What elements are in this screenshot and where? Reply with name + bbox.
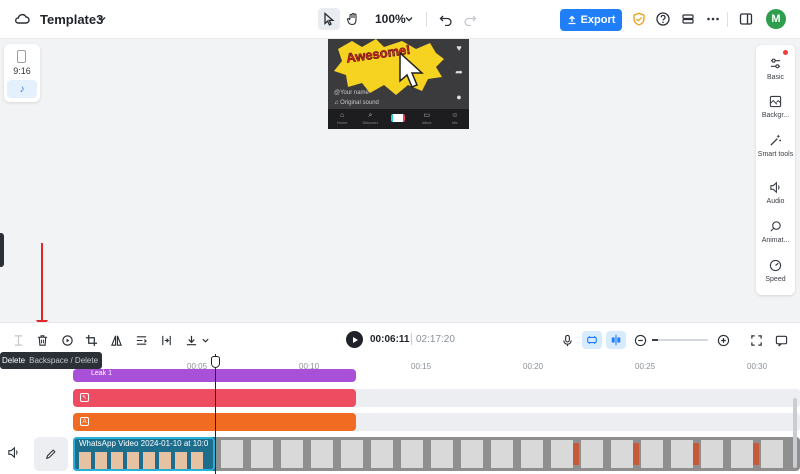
share-icon: ➦ xyxy=(455,67,463,77)
playhead[interactable] xyxy=(215,354,216,474)
panel-audio[interactable]: Audio xyxy=(756,181,795,206)
zoom-out-icon[interactable] xyxy=(632,332,648,348)
aspect-ratio-label[interactable]: 9:16 xyxy=(4,66,40,76)
tiktok-icon[interactable]: ♪ xyxy=(7,80,37,98)
pencil-icon xyxy=(45,449,56,460)
nav-me-icon: ☺ Me xyxy=(451,112,459,125)
top-header: Template3 100% Export M xyxy=(0,0,800,39)
timeline-zoom-fill xyxy=(652,339,658,341)
current-time: 00:06:11 xyxy=(370,334,410,345)
more-options-icon[interactable] xyxy=(703,9,723,29)
magic-wand-icon xyxy=(769,134,783,148)
caption-icon[interactable] xyxy=(773,332,789,348)
zoom-in-icon[interactable] xyxy=(715,332,731,348)
sliders-icon xyxy=(769,57,783,71)
timeline[interactable]: 00:05 00:10 00:15 00:20 00:25 00:30 Leak… xyxy=(0,354,800,474)
linkage-button[interactable] xyxy=(606,331,626,349)
preview-sound: ♫ Original sound xyxy=(334,100,379,106)
play-button[interactable] xyxy=(346,331,363,348)
hand-tool-icon[interactable] xyxy=(343,9,363,29)
export-button[interactable]: Export xyxy=(560,9,622,31)
loop-icon[interactable] xyxy=(59,332,75,348)
delete-icon[interactable] xyxy=(34,332,50,348)
avatar[interactable]: M xyxy=(766,9,786,29)
playhead-handle[interactable] xyxy=(211,356,220,368)
timeline-toolbar: 00:06:11 02:17:20 xyxy=(0,322,800,354)
storage-icon[interactable] xyxy=(678,9,698,29)
align-icon[interactable] xyxy=(158,332,174,348)
divider xyxy=(727,12,728,27)
aspect-ratio-panel: 9:16 ♪ xyxy=(4,44,40,102)
ruler-label: 00:30 xyxy=(747,362,768,371)
download-chevron-icon[interactable] xyxy=(197,332,213,348)
disc-icon: ● xyxy=(456,92,462,102)
left-panel-handle[interactable] xyxy=(0,233,4,267)
microphone-icon[interactable] xyxy=(559,332,575,348)
preview-nav-bar: ⌂ Home ⌕ Discover ▭ Inbox ☺ Me xyxy=(328,109,469,129)
animation-icon xyxy=(769,220,783,234)
divider xyxy=(426,12,427,27)
nav-inbox-icon: ▭ Inbox xyxy=(421,112,432,125)
heart-icon: ♥ xyxy=(456,43,462,53)
crop-icon[interactable] xyxy=(83,332,99,348)
flip-icon[interactable] xyxy=(108,332,124,348)
panel-speed[interactable]: Speed xyxy=(756,259,795,284)
annotation-arrow-line xyxy=(41,243,43,323)
delete-tooltip: Delete Backspace / Delete xyxy=(0,352,102,369)
time-separator xyxy=(411,333,412,345)
clip-label: Leak 1 xyxy=(91,370,113,377)
timeline-zoom-slider[interactable] xyxy=(652,339,708,341)
layout-panel-icon[interactable] xyxy=(736,9,756,29)
preview-side-actions: ♥ ➦ ● xyxy=(453,43,465,102)
ruler-label: 00:25 xyxy=(635,362,656,371)
chevron-down-icon[interactable] xyxy=(92,9,112,29)
ruler-label: 00:15 xyxy=(411,362,432,371)
nav-create-icon xyxy=(390,112,406,126)
sticker-clip-icon: A xyxy=(80,417,89,426)
fullscreen-icon[interactable] xyxy=(748,332,764,348)
background-icon xyxy=(769,95,783,109)
edit-cover-button[interactable] xyxy=(34,437,68,471)
split-icon[interactable] xyxy=(10,332,26,348)
pointer-icon xyxy=(319,9,339,29)
nav-home-icon: ⌂ Home xyxy=(336,112,348,125)
mute-track-icon[interactable] xyxy=(7,446,21,460)
snap-icon xyxy=(587,336,597,344)
shield-icon[interactable] xyxy=(629,9,649,29)
panel-animation[interactable]: Animat... xyxy=(756,220,795,245)
ruler-label: 00:20 xyxy=(523,362,544,371)
zoom-chevron-icon[interactable] xyxy=(399,9,419,29)
help-icon[interactable] xyxy=(653,9,673,29)
speed-icon xyxy=(769,259,783,273)
tooltip-label: Delete xyxy=(2,356,26,365)
tooltip-shortcut: Backspace / Delete xyxy=(29,356,99,365)
redo-icon[interactable] xyxy=(460,9,480,29)
nav-discover-icon: ⌕ Discover xyxy=(362,112,379,125)
linkage-icon xyxy=(611,334,621,346)
cursor-clip-icon: ↖ xyxy=(80,393,89,402)
notification-dot xyxy=(783,50,788,55)
audio-icon xyxy=(769,181,783,195)
fit-icon[interactable] xyxy=(133,332,149,348)
cloud-icon[interactable] xyxy=(12,9,32,29)
panel-smart-tools[interactable]: Smart tools xyxy=(756,134,795,159)
play-icon xyxy=(352,336,358,343)
preview-username: @Your name xyxy=(334,90,369,96)
upload-icon xyxy=(568,15,576,25)
total-duration: 02:17:20 xyxy=(416,334,455,345)
video-clip-label: WhatsApp Video 2024-01-10 at 10:0 xyxy=(79,439,209,448)
export-label: Export xyxy=(580,14,616,26)
undo-icon[interactable] xyxy=(436,9,456,29)
properties-panel: Basic Backgr... Smart tools Audio Animat… xyxy=(756,45,795,295)
timeline-scrollbar[interactable] xyxy=(793,398,797,468)
phone-ratio-icon xyxy=(17,50,26,63)
panel-background[interactable]: Backgr... xyxy=(756,95,795,120)
video-preview[interactable]: Awesome! ♥ ➦ ● @Your name ♫ Original sou… xyxy=(328,39,469,129)
panel-basic[interactable]: Basic xyxy=(756,57,795,82)
magnet-snap-button[interactable] xyxy=(582,331,602,349)
